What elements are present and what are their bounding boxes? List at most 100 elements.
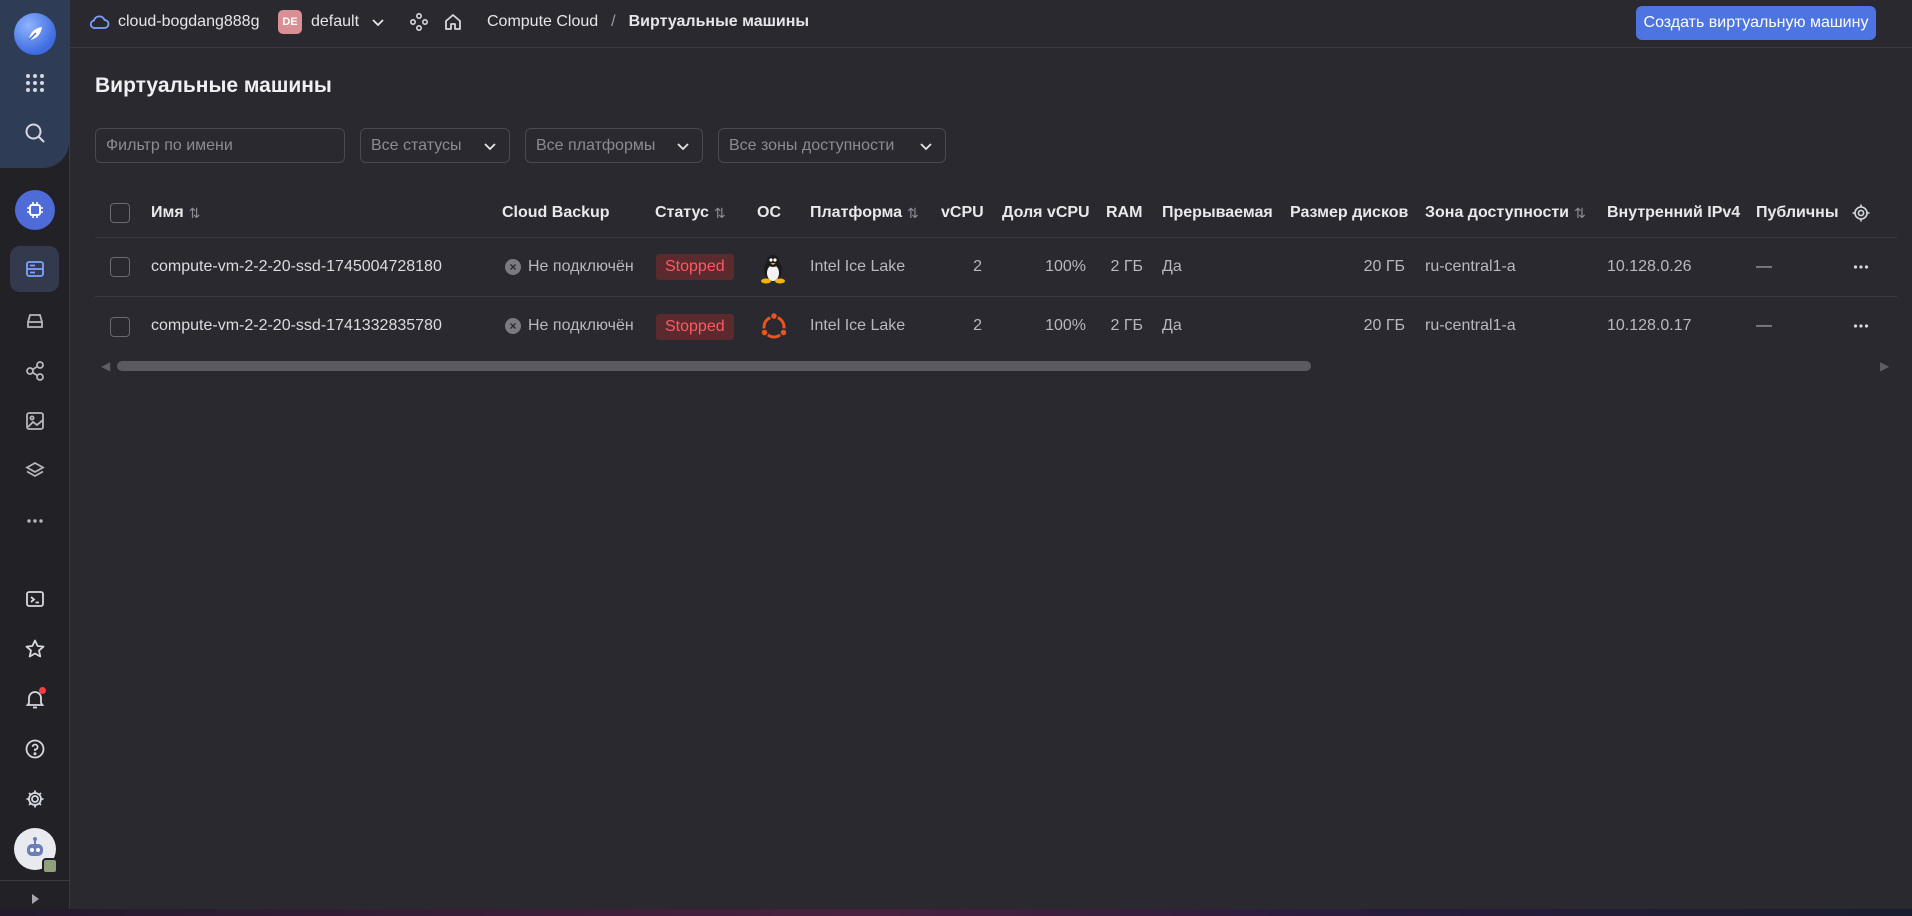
status-badge: Stopped bbox=[656, 254, 734, 280]
column-header-disk-size: Размер дисков bbox=[1290, 202, 1408, 224]
ram: 2 ГБ bbox=[1110, 258, 1143, 275]
column-header-ipv4-label: Внутренний IPv4 bbox=[1607, 204, 1741, 221]
column-header-backup-label: Cloud Backup bbox=[502, 204, 610, 221]
column-header-status[interactable]: Статус ⇅ bbox=[655, 202, 726, 224]
platform: Intel Ice Lake bbox=[810, 258, 906, 275]
grid-icon bbox=[25, 74, 44, 92]
column-header-vcpu: vCPU bbox=[941, 202, 984, 224]
nodes-icon bbox=[25, 361, 44, 381]
cloud-icon bbox=[89, 15, 110, 29]
folder-selector[interactable]: DE default bbox=[278, 0, 385, 44]
ipv4: 10.128.0.17 bbox=[1607, 317, 1692, 334]
column-header-public-label: Публичны bbox=[1756, 204, 1839, 221]
image-icon bbox=[25, 412, 44, 430]
chevron-down-icon bbox=[920, 143, 932, 151]
vm-name[interactable]: compute-vm-2-2-20-ssd-1741332835780 bbox=[151, 315, 442, 337]
chevron-down-icon bbox=[484, 143, 496, 151]
notification-dot bbox=[39, 687, 46, 694]
preemptible: Да bbox=[1162, 258, 1182, 275]
column-header-disk-size-label: Размер дисков bbox=[1290, 204, 1409, 221]
column-header-name-label: Имя bbox=[151, 204, 184, 221]
ram: 2 ГБ bbox=[1110, 317, 1143, 334]
row-actions-button[interactable] bbox=[1852, 315, 1870, 337]
column-header-os: ОС bbox=[757, 202, 781, 224]
search-button[interactable] bbox=[10, 110, 59, 156]
backup-status-text: Не подключён bbox=[528, 258, 634, 275]
breadcrumb: Compute Cloud / Виртуальные машины bbox=[487, 0, 809, 44]
row-actions-button[interactable] bbox=[1852, 256, 1870, 278]
breadcrumb-service-link[interactable]: Compute Cloud bbox=[487, 13, 598, 31]
column-header-backup: Cloud Backup bbox=[502, 202, 610, 224]
all-services-button[interactable] bbox=[10, 60, 59, 106]
chip-icon bbox=[26, 202, 43, 218]
column-header-status-label: Статус bbox=[655, 204, 709, 221]
breadcrumb-separator: / bbox=[611, 13, 616, 30]
status-badge: Stopped bbox=[656, 314, 734, 340]
compute-cloud-icon bbox=[14, 190, 55, 230]
cloud-shell-button[interactable] bbox=[10, 576, 59, 622]
select-all-checkbox[interactable] bbox=[110, 203, 130, 223]
disk-icon bbox=[26, 314, 43, 328]
favorites-button[interactable] bbox=[10, 626, 59, 672]
nav-placement-groups[interactable] bbox=[10, 348, 59, 394]
compute-cloud-service-button[interactable] bbox=[10, 187, 59, 233]
gear-icon bbox=[1852, 204, 1870, 222]
scroll-right-arrow[interactable]: ▶ bbox=[1880, 359, 1889, 373]
services-map-button[interactable] bbox=[409, 0, 429, 44]
close-circle-icon: × bbox=[505, 259, 521, 275]
notifications-button[interactable] bbox=[10, 676, 59, 722]
page-title: Виртуальные машины bbox=[95, 74, 332, 97]
bottom-decorative-strip bbox=[0, 909, 1912, 916]
zone-filter-value: Все зоны доступности bbox=[729, 136, 895, 154]
sort-icon: ⇅ bbox=[907, 204, 919, 221]
table-settings-button[interactable] bbox=[1851, 202, 1871, 224]
help-button[interactable] bbox=[10, 726, 59, 772]
scroll-left-arrow[interactable]: ◀ bbox=[101, 359, 110, 373]
yandex-cloud-logo[interactable] bbox=[14, 13, 56, 55]
linux-tux-icon bbox=[761, 255, 785, 284]
zone-filter-select[interactable]: Все зоны доступности bbox=[718, 128, 946, 163]
ipv4: 10.128.0.26 bbox=[1607, 258, 1692, 275]
name-filter-placeholder: Фильтр по имени bbox=[106, 136, 233, 154]
row-checkbox[interactable] bbox=[110, 257, 130, 277]
close-circle-icon: × bbox=[505, 318, 521, 334]
column-header-ipv4: Внутренний IPv4 bbox=[1607, 202, 1740, 224]
left-navigation-rail bbox=[0, 0, 70, 916]
create-vm-button[interactable]: Создать виртуальную машину bbox=[1636, 6, 1876, 40]
backup-status: × Не подключён bbox=[505, 315, 634, 337]
zone: ru-central1-a bbox=[1425, 258, 1516, 275]
gear-icon bbox=[26, 790, 43, 808]
nav-more[interactable] bbox=[10, 498, 59, 544]
more-horizontal-icon bbox=[1853, 324, 1869, 328]
linux-tux-icon bbox=[758, 252, 788, 284]
column-header-vcpu-label: vCPU bbox=[941, 204, 984, 221]
home-button[interactable] bbox=[443, 0, 463, 44]
horizontal-scrollbar-thumb[interactable] bbox=[117, 361, 1311, 371]
nav-virtual-machines[interactable] bbox=[10, 246, 59, 292]
server-icon bbox=[25, 261, 44, 277]
nav-snapshots[interactable] bbox=[10, 448, 59, 494]
cloud-selector[interactable]: cloud-bogdang888g bbox=[88, 0, 259, 44]
column-header-zone[interactable]: Зона доступности ⇅ bbox=[1425, 202, 1586, 224]
column-header-name[interactable]: Имя ⇅ bbox=[151, 202, 200, 224]
preemptible: Да bbox=[1162, 317, 1182, 334]
nav-disks[interactable] bbox=[10, 298, 59, 344]
vm-name[interactable]: compute-vm-2-2-20-ssd-1745004728180 bbox=[151, 256, 442, 278]
ubuntu-icon bbox=[758, 311, 790, 343]
nav-images[interactable] bbox=[10, 398, 59, 444]
vcpu-share: 100% bbox=[1045, 317, 1086, 334]
status-filter-select[interactable]: Все статусы bbox=[360, 128, 510, 163]
name-filter-input[interactable]: Фильтр по имени bbox=[95, 128, 345, 163]
search-icon bbox=[25, 123, 45, 143]
disk-size: 20 ГБ bbox=[1363, 258, 1405, 275]
chevron-down-icon bbox=[372, 19, 384, 27]
public-ip: — bbox=[1756, 317, 1772, 334]
sort-icon: ⇅ bbox=[188, 204, 201, 221]
platform-filter-select[interactable]: Все платформы bbox=[525, 128, 703, 163]
avatar-status-badge bbox=[42, 858, 58, 874]
settings-button[interactable] bbox=[10, 776, 59, 822]
chevron-down-icon bbox=[677, 143, 689, 151]
row-checkbox[interactable] bbox=[110, 317, 130, 337]
column-header-platform[interactable]: Платформа ⇅ bbox=[810, 202, 919, 224]
ubuntu-icon bbox=[760, 311, 788, 339]
